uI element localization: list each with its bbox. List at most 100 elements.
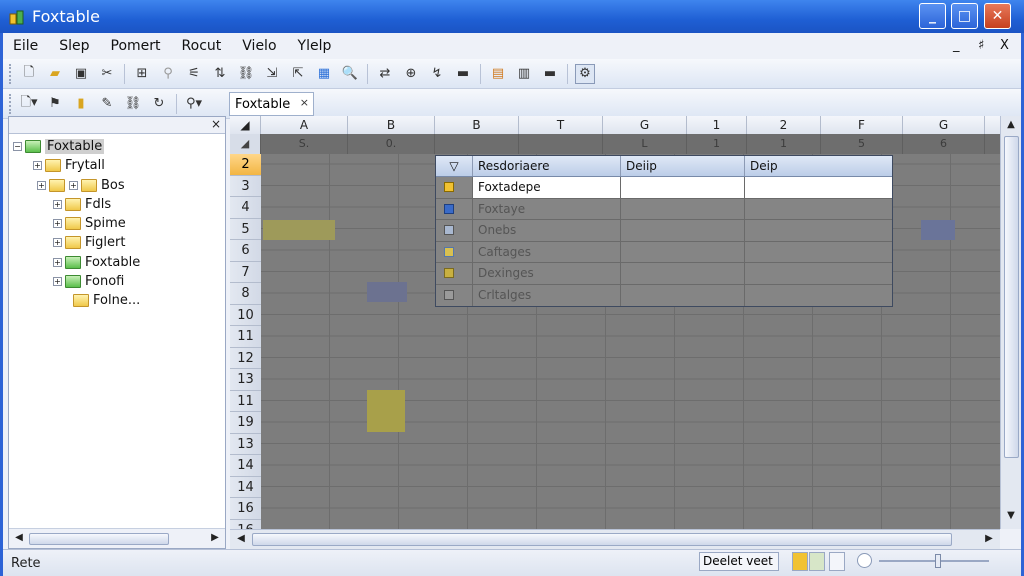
column-header[interactable]: B — [348, 116, 435, 134]
cut-icon[interactable]: ✂ — [97, 64, 117, 84]
zoom-thumb[interactable] — [935, 554, 941, 568]
mdi-close-button[interactable]: X — [1000, 38, 1009, 53]
grid-vertical-scrollbar[interactable]: ▲ ▼ — [1000, 116, 1021, 529]
menu-format[interactable]: Pomert — [111, 38, 161, 54]
toolbar-grip[interactable] — [9, 93, 12, 114]
import-icon[interactable]: ⇲ — [262, 64, 282, 84]
tree-node[interactable]: + Spime — [53, 214, 126, 232]
scroll-right-icon[interactable]: ▶ — [208, 532, 222, 546]
column-header[interactable]: F — [821, 116, 903, 134]
row-header[interactable]: 14 — [230, 455, 261, 477]
form-icon[interactable]: ▥ — [514, 64, 534, 84]
column-header[interactable]: G — [903, 116, 985, 134]
replace-icon[interactable]: ⇄ — [375, 64, 395, 84]
export-icon[interactable]: ⇱ — [288, 64, 308, 84]
new-dropdown-icon[interactable]: 🗋▾ — [19, 94, 39, 114]
filter-cell[interactable]: L — [603, 134, 687, 154]
popup-row[interactable]: Dexinges — [436, 263, 892, 285]
popup-column-header[interactable]: Deiip — [621, 156, 745, 176]
row-header[interactable]: 2 — [230, 154, 261, 176]
popup-row[interactable]: Foxtaye — [436, 198, 892, 220]
tree-node[interactable]: + Fonofi — [53, 272, 124, 290]
tree-node[interactable]: + Figlert — [53, 233, 125, 251]
find-icon[interactable]: 🔍 — [340, 64, 360, 84]
filter-cell[interactable] — [435, 134, 519, 154]
row-header[interactable]: 12 — [230, 347, 261, 369]
scroll-left-icon[interactable]: ◀ — [234, 533, 248, 547]
column-header[interactable]: A — [261, 116, 348, 134]
popup-row[interactable]: Caftages — [436, 241, 892, 263]
popup-cell[interactable] — [745, 263, 892, 284]
popup-row[interactable]: Crltalges — [436, 284, 892, 307]
column-header[interactable]: T — [519, 116, 603, 134]
row-header[interactable]: 13 — [230, 433, 261, 455]
maximize-button[interactable]: □ — [951, 3, 978, 29]
scroll-thumb[interactable] — [29, 533, 169, 545]
view-page-icon[interactable] — [829, 552, 845, 571]
zoom-track[interactable] — [879, 560, 989, 562]
popup-cell[interactable] — [745, 285, 892, 307]
tree-node[interactable]: + + Bos — [37, 176, 125, 194]
mdi-restore-button[interactable]: ♯ — [978, 38, 984, 53]
grid-cell[interactable] — [921, 220, 955, 240]
row-header[interactable]: 11 — [230, 326, 261, 348]
scroll-down-icon[interactable]: ▼ — [1004, 510, 1018, 524]
settings-icon[interactable]: ⚙ — [575, 63, 595, 84]
toolbar-grip[interactable] — [9, 63, 12, 84]
tree-node[interactable]: Folne... — [73, 291, 140, 309]
dash-icon[interactable]: ▬ — [540, 64, 560, 84]
flag-icon[interactable]: ⚑ — [45, 94, 65, 114]
link-icon[interactable]: ⛓ — [123, 94, 143, 114]
popup-cell[interactable] — [745, 242, 892, 263]
expand-icon[interactable]: + — [53, 257, 62, 267]
expand-icon[interactable]: + — [37, 180, 46, 190]
row-header[interactable]: 11 — [230, 390, 261, 412]
open-folder-icon[interactable]: ▰ — [45, 64, 65, 84]
view-normal-icon[interactable] — [792, 552, 808, 571]
row-header[interactable]: 5 — [230, 218, 261, 240]
menu-help-2[interactable]: Ylelp — [298, 38, 332, 54]
popup-cell[interactable] — [745, 220, 892, 241]
row-header[interactable]: 8 — [230, 283, 261, 305]
tree-node[interactable]: + Fdls — [53, 195, 111, 213]
expand-icon[interactable]: + — [69, 180, 78, 190]
link-icon[interactable]: ⛓ — [236, 64, 256, 84]
popup-cell[interactable] — [621, 198, 745, 219]
filter-cell[interactable]: 1 — [747, 134, 821, 154]
filter-cell[interactable]: 5 — [821, 134, 903, 154]
document-tab[interactable]: Foxtable × — [229, 92, 314, 116]
filter-cell[interactable]: 0. — [348, 134, 435, 154]
refresh-icon[interactable]: ↻ — [149, 94, 169, 114]
view-layout-icon[interactable] — [809, 552, 825, 571]
popup-cell[interactable] — [621, 241, 745, 262]
chart-icon[interactable]: ↯ — [427, 64, 447, 84]
row-header[interactable]: 13 — [230, 369, 261, 391]
new-file-icon[interactable]: 🗋 — [19, 64, 39, 84]
filter-cell[interactable]: 1 — [687, 134, 747, 154]
scroll-thumb[interactable] — [252, 533, 952, 546]
report-icon[interactable]: ▤ — [488, 64, 508, 84]
search-icon[interactable]: ⚲ — [158, 64, 178, 84]
highlighted-cell[interactable] — [367, 390, 405, 432]
menu-view[interactable]: Vielo — [242, 38, 276, 54]
zoom-dropdown-icon[interactable]: ⚲▾ — [184, 94, 204, 114]
expand-icon[interactable]: + — [53, 218, 62, 228]
scroll-up-icon[interactable]: ▲ — [1004, 119, 1018, 133]
row-header[interactable]: 16 — [230, 519, 261, 529]
row-header[interactable]: 14 — [230, 476, 261, 498]
add-record-icon[interactable]: ⊞ — [132, 64, 152, 84]
expand-icon[interactable]: + — [33, 160, 42, 170]
menu-file[interactable]: Eile — [13, 38, 38, 54]
row-header[interactable]: 10 — [230, 304, 261, 326]
scroll-left-icon[interactable]: ◀ — [12, 532, 26, 546]
tree-horizontal-scrollbar[interactable]: ◀ ▶ — [9, 528, 225, 548]
popup-row[interactable]: Foxtadepe — [436, 177, 892, 199]
save-icon[interactable]: ▣ — [71, 64, 91, 84]
expand-icon[interactable]: + — [53, 276, 62, 286]
row-header[interactable]: 7 — [230, 261, 261, 283]
scroll-thumb[interactable] — [1004, 136, 1019, 458]
grid-horizontal-scrollbar[interactable]: ◀ ▶ — [230, 529, 1000, 549]
row-header[interactable]: 4 — [230, 197, 261, 219]
grid-icon[interactable]: ▦ — [314, 64, 334, 84]
row-header[interactable]: 3 — [230, 175, 261, 197]
